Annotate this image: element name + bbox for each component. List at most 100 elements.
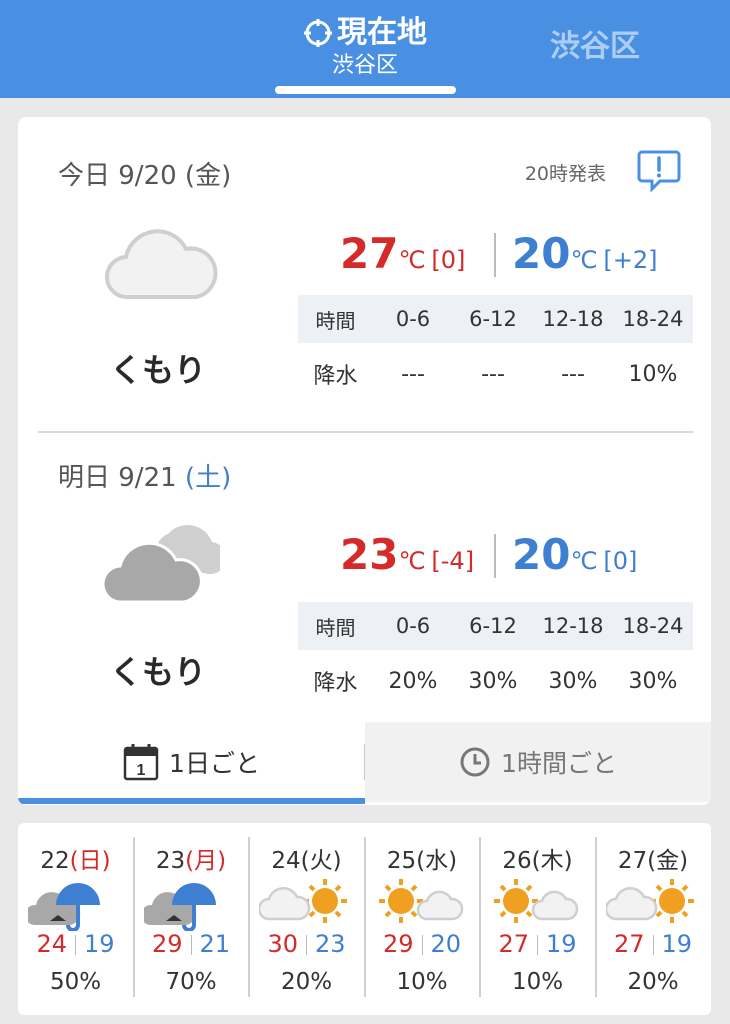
time-header: 時間 (298, 602, 373, 650)
weekly-high: 27 (613, 930, 645, 958)
weekly-date: 27(金) (596, 841, 711, 875)
active-mode-indicator (18, 798, 365, 804)
today-high-value: 27 (340, 229, 399, 278)
temp-separator (494, 534, 496, 578)
weekly-column-separator (594, 837, 597, 997)
tomorrow-high: 23℃ [-4] (340, 530, 474, 579)
header-bar: 現在地 渋谷区 渋谷区 (0, 0, 730, 98)
today-temperatures: 27 ℃ [0] 20℃ [+2] (318, 229, 708, 289)
weekly-temps: 27 19 (480, 930, 595, 958)
rain-cell: 30% (468, 668, 518, 694)
weekly-rain: 20% (280, 969, 333, 995)
current-location-area: 渋谷区 (331, 53, 398, 78)
time-header: 時間 (298, 295, 373, 343)
weekly-temp-separator (75, 935, 76, 955)
tomorrow-low-value: 20 (512, 530, 571, 579)
weekly-day: 26(木) 27 19 10% (480, 823, 595, 1015)
weekly-date: 24(火) (249, 841, 364, 875)
weekly-day: 27(金) 27 19 20% (596, 823, 711, 1015)
today-high-diff: [0] (431, 246, 466, 274)
weekly-low: 21 (199, 930, 231, 958)
tomorrow-low-diff: [0] (603, 547, 638, 575)
weekly-dow: (水) (416, 848, 458, 874)
tomorrow-high-unit: ℃ (398, 547, 426, 575)
weekly-column-separator (132, 837, 135, 997)
weekly-rain: 70% (165, 969, 217, 995)
tomorrow-weather-label: くもり (109, 653, 206, 691)
period-cell: 18-24 (613, 602, 693, 650)
rain-cell: 10% (628, 361, 678, 387)
weekly-forecast: 22(日) 24 19 50% 23(月) 29 21 70% 24(火) 30 23 20% 25(水… (18, 823, 711, 1015)
today-forecast: 今日 9/20 (金) 20時発表 くもり 27℃ [0] 20℃ [+2] 時間 … (18, 117, 711, 432)
weekly-day: 24(火) 30 23 20% (249, 823, 364, 1015)
calendar-icon: 1 (123, 744, 159, 781)
weekly-rain: 10% (511, 969, 564, 995)
period-cell: 6-12 (453, 602, 533, 650)
today-dow: 金 (195, 161, 222, 191)
tab-hourly[interactable]: 1時間ごと (365, 722, 711, 802)
tomorrow-date-text: 明日 9/21 (58, 463, 185, 493)
today-low: 20℃ [+2] (512, 229, 658, 278)
active-tab-indicator (275, 86, 456, 94)
tab-daily[interactable]: 1 1日ごと (18, 722, 365, 802)
period-cell: 0-6 (373, 295, 453, 343)
weekly-high: 24 (36, 930, 67, 958)
period-cell: 0-6 (373, 602, 453, 650)
weekly-dow: (金) (647, 848, 689, 874)
table-row: 時間 0-6 6-12 12-18 18-24 (298, 602, 693, 650)
period-cell: 12-18 (533, 295, 613, 343)
rain-header: 降水 (313, 364, 358, 389)
forecast-card: 今日 9/20 (金) 20時発表 くもり 27℃ [0] 20℃ [+2] 時間 … (18, 117, 711, 805)
clock-icon (460, 747, 490, 777)
tab-shibuya[interactable]: 渋谷区 (540, 28, 650, 66)
tomorrow-high-diff: [-4] (431, 547, 475, 575)
weekly-column-separator (248, 837, 250, 997)
tab-daily-label: 1日ごと (169, 749, 260, 778)
weekly-low: 19 (546, 930, 577, 958)
rain-cell: --- (561, 361, 585, 387)
tomorrow-high-value: 23 (340, 530, 399, 579)
tab-current-location[interactable]: 現在地 渋谷区 (275, 14, 455, 80)
period-cell: 12-18 (533, 602, 613, 650)
weekly-day: 25(水) 29 20 10% (365, 823, 480, 1015)
weekly-rain: 20% (627, 969, 679, 995)
forecast-mode-tabs: 1 1日ごと 1時間ごと (18, 722, 711, 805)
weekly-date: 25(水) (365, 841, 480, 875)
temp-separator (494, 233, 496, 277)
tomorrow-temperatures: 23℃ [-4] 20℃ [0] (318, 530, 708, 590)
weekly-rain: 50% (49, 969, 102, 995)
weekly-high: 29 (151, 930, 183, 958)
weekly-day-number: 27 (617, 848, 648, 874)
today-date: 今日 9/20 (金) (58, 155, 231, 192)
current-location-title-row: 現在地 (275, 14, 455, 52)
weekly-temps: 29 20 (365, 930, 480, 958)
tomorrow-low-unit: ℃ (570, 547, 598, 575)
sun-cloud-icon (494, 879, 579, 923)
rain-cell: --- (481, 361, 505, 387)
weekly-temp-separator (421, 935, 423, 955)
weekly-high: 30 (267, 930, 298, 958)
today-low-diff: [+2] (603, 246, 658, 274)
weekly-date: 26(木) (480, 841, 595, 875)
weekly-temps: 27 19 (596, 930, 711, 958)
period-cell: 6-12 (453, 295, 533, 343)
crosshair-icon (304, 19, 332, 47)
rain-cell: 20% (388, 668, 438, 694)
today-rain-table: 時間 0-6 6-12 12-18 18-24 降水 --- --- --- 1… (298, 295, 693, 405)
weekly-day: 23(月) 29 21 70% (134, 823, 249, 1015)
alert-icon[interactable] (636, 148, 682, 194)
weekly-low: 19 (661, 930, 693, 958)
tomorrow-dow: (土) (184, 463, 232, 493)
weekly-temps: 30 23 (249, 930, 364, 958)
tab-hourly-label: 1時間ごと (501, 749, 617, 778)
current-location-title: 現在地 (337, 15, 427, 50)
period-cell: 18-24 (613, 295, 693, 343)
weekly-temp-separator (306, 935, 307, 955)
cloudy-icon (101, 525, 220, 604)
weekly-dow: (日) (69, 848, 111, 874)
weekly-day-number: 23 (155, 848, 186, 874)
cloud-sun-icon (259, 879, 347, 923)
tomorrow-forecast: 明日 9/21 (土) くもり 23℃ [-4] 20℃ [0] 時間 0-6 6-… (18, 432, 711, 722)
today-low-unit: ℃ (570, 246, 598, 274)
cloud-umbrella-icon (143, 883, 216, 931)
